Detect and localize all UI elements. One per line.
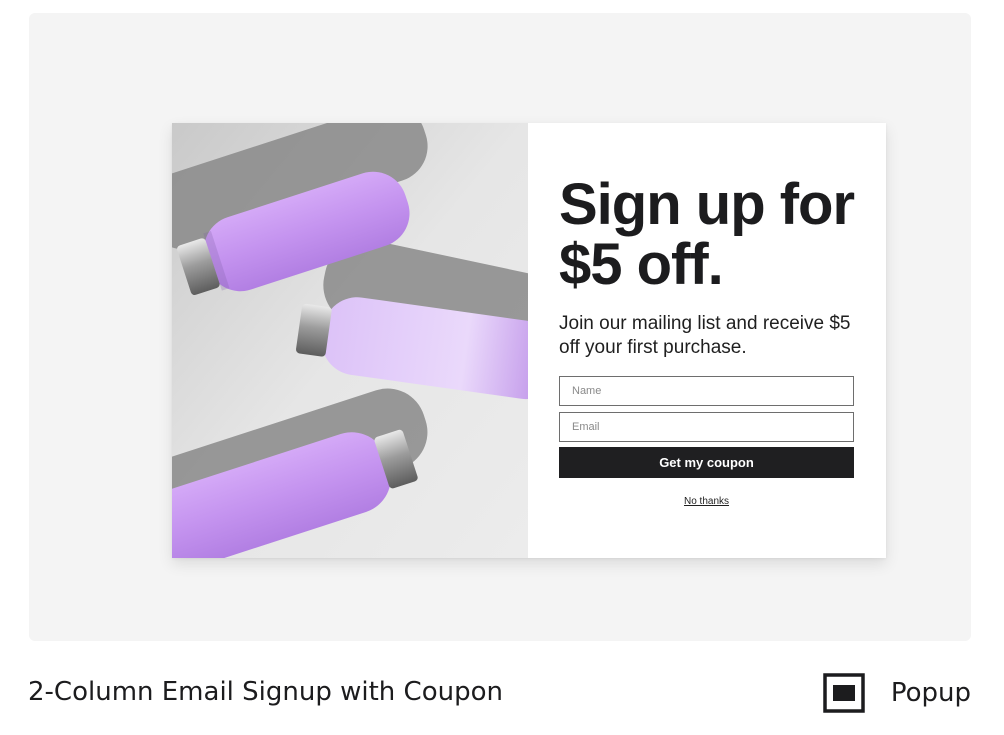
template-title[interactable]: 2-Column Email Signup with Coupon [28,677,503,707]
popup-subtext: Join our mailing list and receive $5 off… [559,313,851,358]
get-coupon-button[interactable]: Get my coupon [559,447,854,478]
template-preview-card[interactable]: Sign up for $5 off. Join our mailing lis… [29,13,971,641]
no-thanks-link[interactable]: No thanks [559,496,854,507]
template-type-tag: Popup [823,673,971,713]
popup-window-icon [823,673,865,713]
name-field[interactable] [559,376,854,406]
purple-water-bottles-photo [172,123,528,558]
signup-form: Sign up for $5 off. Join our mailing lis… [528,123,886,558]
template-type-label: Popup [890,678,971,708]
email-field[interactable] [559,412,854,442]
popup-preview: Sign up for $5 off. Join our mailing lis… [172,123,886,558]
popup-headline: Sign up for $5 off. [559,172,855,297]
